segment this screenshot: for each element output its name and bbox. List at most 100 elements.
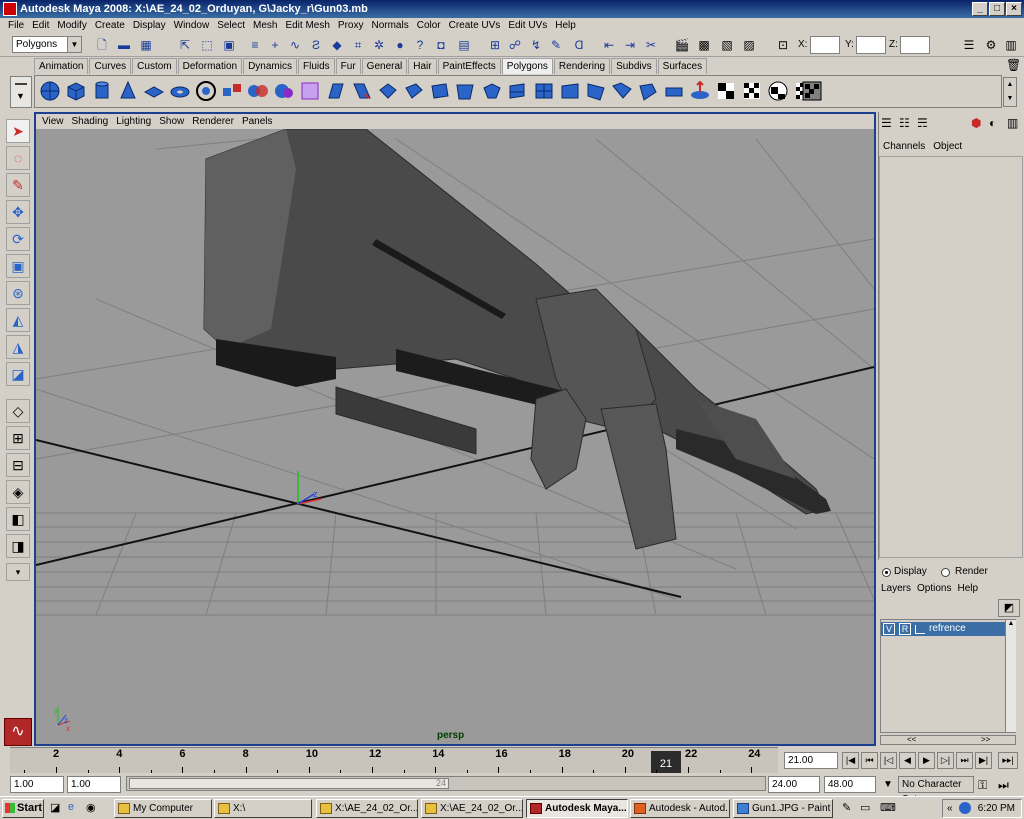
extrude-icon[interactable]: [325, 80, 347, 102]
last-tool-icon[interactable]: ◪: [6, 362, 30, 386]
separate-icon[interactable]: [247, 80, 269, 102]
snap-curve-icon[interactable]: ∿: [286, 37, 304, 53]
layout-dropdown-button[interactable]: ▾: [6, 563, 30, 581]
scroll-left-arrow[interactable]: <<: [907, 736, 916, 744]
menu-edit-uvs[interactable]: Edit UVs: [504, 18, 551, 33]
tray-chevron-icon[interactable]: «: [947, 800, 953, 817]
taskbar-button-folder-1[interactable]: X:\AE_24_02_Or...: [316, 799, 418, 818]
shelf-tab-rendering[interactable]: Rendering: [553, 58, 611, 74]
history-icon[interactable]: ▤: [455, 37, 473, 53]
snap-plane-icon[interactable]: ◆: [328, 37, 346, 53]
poly-torus-icon[interactable]: [169, 80, 191, 102]
universal-manipulator-icon[interactable]: ⊛: [6, 281, 30, 305]
end-time-field[interactable]: 48.00: [824, 776, 876, 793]
menu-select[interactable]: Select: [213, 18, 249, 33]
checker-ramp-icon[interactable]: [741, 80, 763, 102]
spherical-mapping-icon[interactable]: [585, 80, 607, 102]
tool-settings-icon[interactable]: ⚙: [982, 37, 1000, 53]
split-poly-icon[interactable]: [403, 80, 425, 102]
tool-settings-icon[interactable]: ◐: [989, 116, 996, 130]
input-ops-icon[interactable]: ☍: [506, 37, 524, 53]
channel-menu-channels[interactable]: Channels: [879, 140, 929, 154]
shelf-tab-fluids[interactable]: Fluids: [297, 58, 335, 74]
ipr-render-icon[interactable]: Ɑ: [570, 37, 588, 53]
network-icon[interactable]: [959, 802, 971, 814]
maximize-button[interactable]: □: [989, 2, 1005, 16]
time-slider[interactable]: 21 2 4 6 8 10 12 14 16 18 20 22 24: [10, 747, 778, 773]
trash-icon[interactable]: 🗑: [1006, 58, 1021, 72]
layer-visibility-toggle[interactable]: V: [883, 623, 895, 635]
paint-select-tool-icon[interactable]: ✎: [6, 173, 30, 197]
checker-display-icon[interactable]: [801, 80, 823, 102]
move-tool-icon[interactable]: ✥: [6, 200, 30, 224]
insert-edge-loop-icon[interactable]: [429, 80, 451, 102]
channel-settings-icon[interactable]: ▥: [1007, 116, 1018, 130]
browser-icon[interactable]: e: [68, 801, 74, 813]
poke-face-icon[interactable]: [481, 80, 503, 102]
four-pane-layout-icon[interactable]: ⊞: [6, 426, 30, 450]
snap-live-icon[interactable]: ✲: [370, 37, 388, 53]
poly-soccer-icon[interactable]: [195, 80, 217, 102]
media-player-icon[interactable]: ◉: [86, 801, 96, 814]
poly-cone-icon[interactable]: [117, 80, 139, 102]
range-end-field[interactable]: 24.00: [768, 776, 820, 793]
channel-box-icon[interactable]: ☰: [881, 116, 892, 130]
checker-sphere-icon[interactable]: [767, 80, 789, 102]
checker-texture-icon[interactable]: [715, 80, 737, 102]
save-scene-icon[interactable]: ▦: [137, 37, 155, 53]
perspective-viewport[interactable]: View Shading Lighting Show Renderer Pane…: [34, 78, 876, 746]
hypershade-icon[interactable]: ▨: [740, 37, 758, 53]
layer-list-scrollbar[interactable]: ▲: [1005, 620, 1016, 732]
menu-color[interactable]: Color: [413, 18, 445, 33]
layer-horizontal-scroll[interactable]: << >>: [880, 735, 1016, 745]
x-field[interactable]: [810, 36, 840, 54]
play-forwards-icon[interactable]: ▶: [918, 752, 935, 769]
viewport-menu-panels[interactable]: Panels: [238, 114, 277, 129]
combined-layout-icon[interactable]: ☴: [917, 116, 928, 130]
menu-display[interactable]: Display: [129, 18, 170, 33]
select-object-icon[interactable]: ⬚: [198, 37, 216, 53]
range-start-field[interactable]: 1.00: [67, 776, 121, 793]
show-desktop-icon[interactable]: ◪: [50, 801, 60, 814]
combine-icon[interactable]: [221, 80, 243, 102]
smooth-proxy-icon[interactable]: [299, 80, 321, 102]
output-ops-icon[interactable]: ↯: [527, 37, 545, 53]
start-button[interactable]: Start: [2, 799, 44, 818]
render-globe-icon[interactable]: ●: [391, 37, 409, 53]
range-slider-handle[interactable]: 24: [129, 778, 449, 789]
character-set-field[interactable]: No Character Set: [898, 776, 974, 805]
taskbar-button-maya[interactable]: Autodesk Maya...: [526, 799, 628, 818]
shelf-tab-curves[interactable]: Curves: [89, 58, 132, 74]
menu-set-dropdown[interactable]: Polygons ▼: [12, 36, 82, 53]
shelf-scrollbar[interactable]: ▲ ▼: [1003, 77, 1017, 107]
minimize-button[interactable]: _: [972, 2, 988, 16]
poly-cube-icon[interactable]: [65, 80, 87, 102]
shelf-tab-painteffects[interactable]: PaintEffects: [437, 58, 501, 74]
go-to-start-icon[interactable]: |◀: [842, 752, 859, 769]
step-forward-frame-icon[interactable]: ▷|: [937, 752, 954, 769]
menu-create-uvs[interactable]: Create UVs: [445, 18, 505, 33]
play-backwards-icon[interactable]: ◀: [899, 752, 916, 769]
go-to-end-alt-icon[interactable]: ▸▸|: [998, 752, 1018, 769]
select-component-icon[interactable]: ▣: [220, 37, 238, 53]
poly-cylinder-icon[interactable]: [91, 80, 113, 102]
shelf-tab-deformation[interactable]: Deformation: [177, 58, 243, 74]
clapboard-render-icon[interactable]: 🎬: [673, 37, 691, 53]
select-tool-icon[interactable]: ➤: [6, 119, 30, 143]
uv-editor-icon[interactable]: [637, 80, 659, 102]
shelf-tab-dynamics[interactable]: Dynamics: [243, 58, 297, 74]
offset-edge-loop-icon[interactable]: [455, 80, 477, 102]
viewport-menu-shading[interactable]: Shading: [68, 114, 113, 129]
soft-mod-tool-icon[interactable]: ◭: [6, 308, 30, 332]
shelf-tab-custom[interactable]: Custom: [132, 58, 177, 74]
persp-outliner-layout-icon[interactable]: ⊟: [6, 453, 30, 477]
current-time-field[interactable]: 21.00: [784, 752, 838, 769]
snap-grid-icon[interactable]: +: [266, 37, 284, 53]
transform-mode-icon[interactable]: ⊡: [774, 37, 792, 53]
key-icon[interactable]: ⚿: [978, 778, 987, 793]
layer-editor-icon[interactable]: ☷: [899, 116, 910, 130]
channel-box-icon[interactable]: ▥: [1002, 37, 1020, 53]
clapboard-ipr-icon[interactable]: ▩: [695, 37, 713, 53]
viewport-menu-renderer[interactable]: Renderer: [188, 114, 238, 129]
taskbar-button-autodesk-browser[interactable]: Autodesk - Autod...: [630, 799, 730, 818]
